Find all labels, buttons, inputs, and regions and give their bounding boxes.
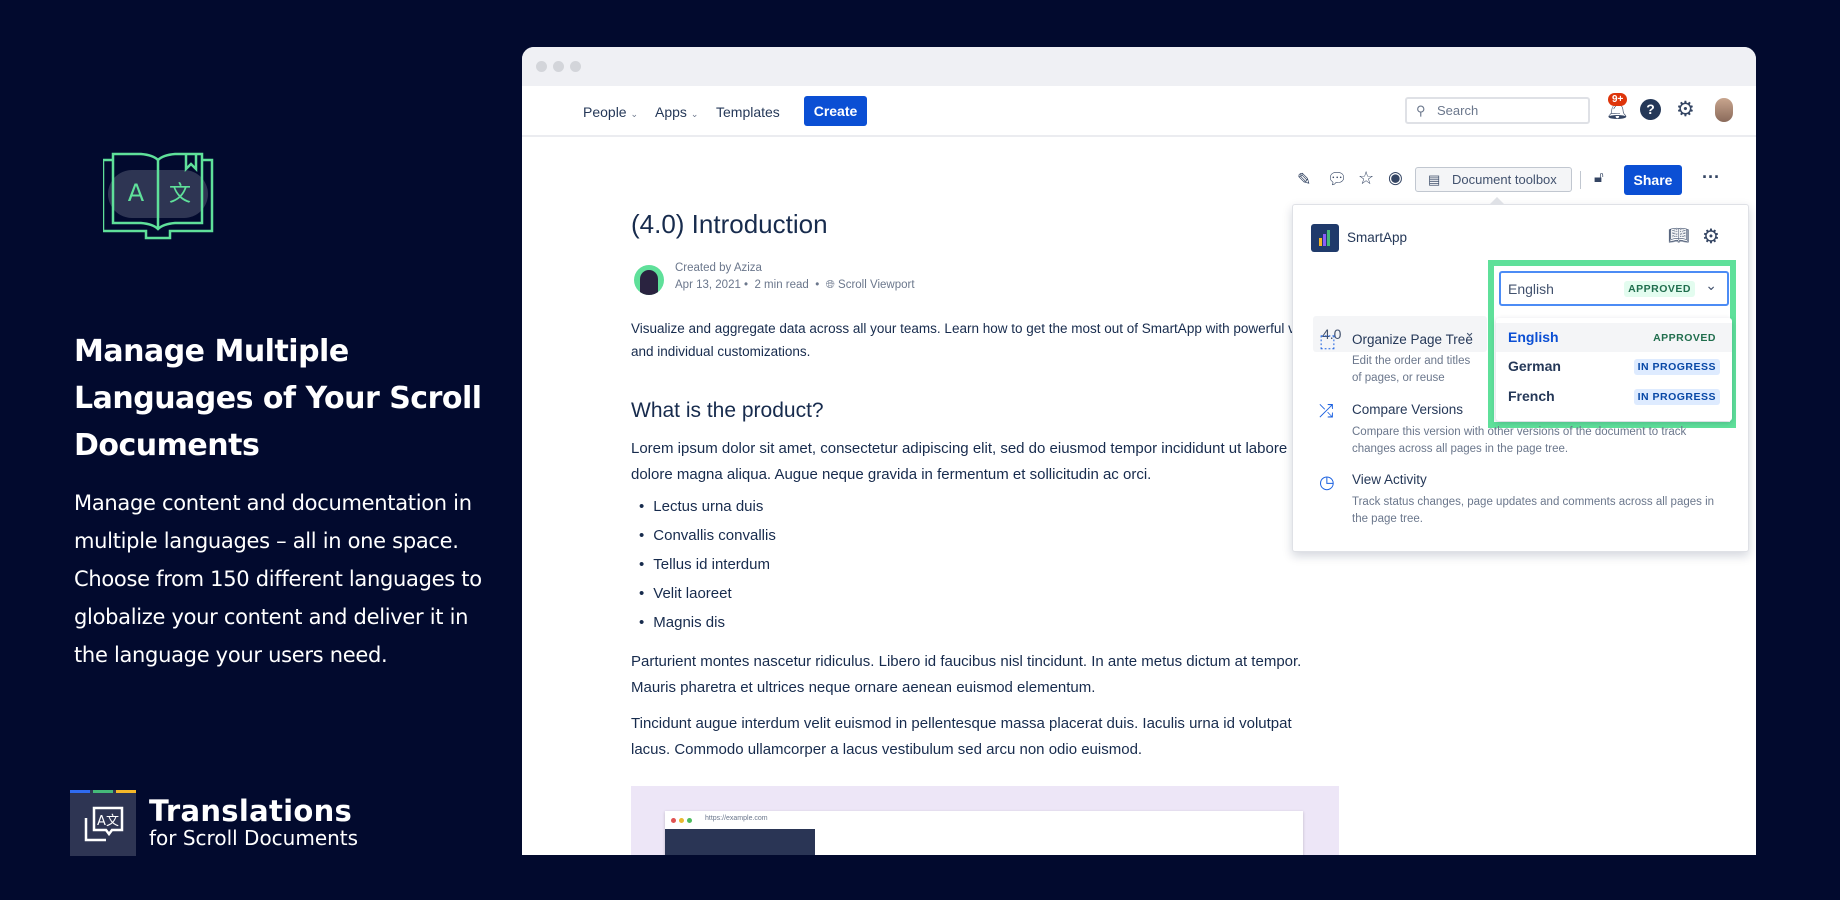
nav-people[interactable]: People ⌄ (583, 104, 638, 120)
top-navigation: People ⌄ Apps ⌄ Templates Create ⚲ Searc… (522, 86, 1756, 137)
language-option-english[interactable]: English APPROVED (1496, 323, 1732, 352)
browser-window: People ⌄ Apps ⌄ Templates Create ⚲ Searc… (522, 47, 1756, 855)
option-label: German (1508, 358, 1561, 374)
list-item: Lectus urna duis (639, 498, 763, 515)
paragraph: Tincidunt augue interdum velit euismod i… (631, 715, 1292, 758)
chevron-down-icon: ⌄ (630, 109, 639, 119)
nav-apps-label: Apps (655, 104, 687, 120)
settings-gear-icon[interactable]: ⚙ (1676, 97, 1695, 122)
toolbar-divider (1580, 171, 1581, 189)
title-bar (522, 47, 1756, 86)
chevron-down-icon: ⌄ (690, 109, 699, 119)
option-label: French (1508, 388, 1555, 404)
document-toolbox-label: Document toolbox (1452, 172, 1557, 187)
clock-activity-icon: ◷ (1319, 472, 1335, 492)
section-heading: What is the product? (631, 399, 824, 422)
author-avatar (634, 265, 664, 295)
shuffle-compare-icon: ⤮ (1319, 401, 1334, 421)
hero-heading: Manage Multiple Languages of Your Scroll… (74, 334, 482, 463)
chevron-down-icon: ⌄ (1705, 277, 1717, 293)
mock-url: https://example.com (705, 815, 768, 822)
language-option-german[interactable]: German IN PROGRESS (1496, 352, 1732, 381)
page-title: (4.0) Introduction (631, 209, 828, 239)
item-description: Track status changes, page updates and c… (1352, 496, 1715, 525)
status-badge: APPROVED (1624, 281, 1695, 297)
comment-icon[interactable]: 💬︎ (1327, 169, 1347, 189)
settings-gear-icon[interactable]: ⚙ (1702, 224, 1720, 249)
window-minimize-dot[interactable] (553, 61, 564, 72)
status-badge: IN PROGRESS (1633, 389, 1720, 405)
svg-text:A: A (128, 179, 145, 207)
created-date: Apr 13, 2021 • (675, 279, 749, 291)
search-placeholder: Search (1437, 103, 1479, 118)
star-icon[interactable]: ☆ (1358, 168, 1374, 189)
document-toolbox-button[interactable]: ▤ Document toolbox (1415, 167, 1572, 192)
organize-page-tree-link[interactable]: Organize Page Tree (1352, 332, 1473, 347)
space-link[interactable]: Scroll Viewport (838, 279, 915, 291)
svg-text:文: 文 (169, 182, 191, 207)
brand-title: Translations (149, 794, 353, 828)
created-by: Created by Aziza (675, 262, 762, 274)
edit-pencil-icon[interactable]: ✎ (1297, 170, 1311, 190)
search-input[interactable]: ⚲ Search (1405, 97, 1590, 124)
window-close-dot[interactable] (536, 61, 547, 72)
nav-apps[interactable]: Apps ⌄ (655, 104, 698, 120)
status-badge: IN PROGRESS (1633, 359, 1720, 375)
window-zoom-dot[interactable] (570, 61, 581, 72)
create-button[interactable]: Create (804, 96, 867, 126)
item-description: Compare this version with other versions… (1352, 426, 1687, 455)
share-button[interactable]: Share (1624, 165, 1682, 195)
paragraph: Parturient montes nascetur ridiculus. Li… (631, 653, 1302, 696)
page-meta: Apr 13, 2021 • 2 min read • 🌐︎ Scroll Vi… (675, 279, 915, 292)
language-dropdown: English APPROVED German IN PROGRESS French… (1496, 318, 1732, 421)
organize-tree-icon: ⬚ (1319, 331, 1337, 351)
status-badge: APPROVED (1653, 332, 1716, 344)
globe-icon: 🌐︎ (825, 279, 835, 291)
app-name: SmartApp (1347, 230, 1408, 245)
list-item: Tellus id interdum (639, 556, 770, 573)
nav-templates[interactable]: Templates (716, 104, 780, 120)
item-description: Edit the order and titles of pages, or r… (1352, 355, 1471, 384)
smartapp-logo (1311, 224, 1339, 252)
embedded-screenshot: https://example.com (631, 786, 1339, 855)
help-icon[interactable]: ? (1640, 99, 1661, 120)
language-option-french[interactable]: French IN PROGRESS (1496, 382, 1732, 411)
read-time: 2 min read (754, 279, 809, 291)
option-label: English (1508, 329, 1559, 345)
document-toolbox-popover: SmartApp 📖︎ ⚙ 4.0 ⌄ English APPROVED ⌄ E… (1292, 197, 1749, 552)
nav-people-label: People (583, 104, 627, 120)
language-value: English (1508, 281, 1554, 297)
notification-badge: 9+ (1608, 93, 1628, 106)
search-icon: ⚲ (1416, 103, 1426, 118)
svg-text:A文: A文 (97, 814, 119, 829)
more-actions-icon[interactable]: ··· (1702, 167, 1720, 188)
book-icon[interactable]: 📖︎ (1668, 226, 1690, 246)
list-item: Velit laoreet (639, 585, 731, 602)
compare-versions-link[interactable]: Compare Versions (1352, 402, 1463, 417)
hero-description: Manage content and documentation in mult… (74, 491, 482, 667)
intro-paragraph: Visualize and aggregate data across all … (631, 321, 1295, 359)
restrictions-lock-icon[interactable]: 🔓︎ (1594, 169, 1604, 186)
language-select[interactable]: English APPROVED ⌄ (1499, 271, 1729, 306)
translation-book-icon: A 文 (103, 152, 214, 240)
paragraph: Lorem ipsum dolor sit amet, consectetur … (631, 440, 1288, 483)
list-item: Magnis dis (639, 614, 725, 631)
user-avatar[interactable] (1715, 98, 1733, 122)
separator: • (815, 279, 820, 291)
list-item: Convallis convallis (639, 527, 776, 544)
brand-logo: A文 (70, 790, 136, 856)
watch-eye-icon[interactable]: ◉ (1388, 168, 1403, 188)
document-icon: ▤ (1428, 172, 1441, 187)
view-activity-link[interactable]: View Activity (1352, 472, 1427, 487)
translate-chat-icon: A文 (84, 806, 124, 842)
brand-subtitle: for Scroll Documents (149, 826, 359, 850)
